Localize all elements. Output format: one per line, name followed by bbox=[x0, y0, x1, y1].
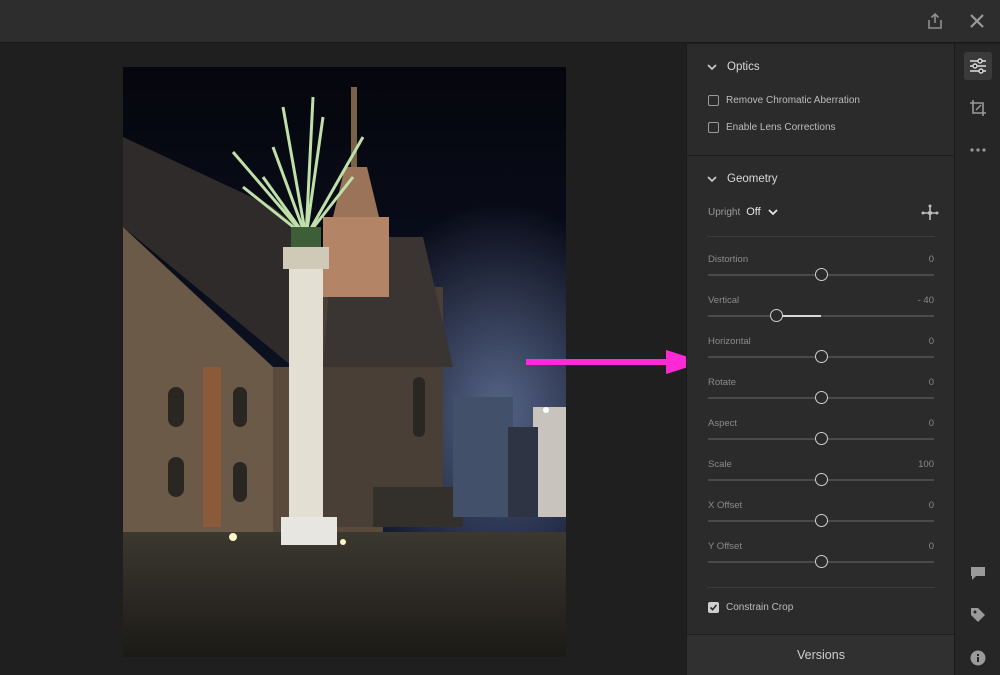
divider bbox=[707, 236, 935, 237]
top-bar bbox=[0, 0, 1000, 43]
slider-value[interactable]: 0 bbox=[929, 377, 934, 388]
slider-label: Vertical bbox=[708, 295, 740, 306]
slider-x-offset[interactable]: X Offset 0 bbox=[708, 500, 934, 538]
slider-thumb[interactable] bbox=[815, 555, 828, 568]
slider-value[interactable]: 0 bbox=[929, 500, 934, 511]
versions-label: Versions bbox=[797, 648, 845, 662]
chevron-down-icon bbox=[707, 176, 717, 183]
share-icon[interactable] bbox=[924, 10, 946, 32]
slider-track[interactable] bbox=[708, 315, 934, 317]
checkbox-box[interactable] bbox=[708, 122, 719, 133]
chevron-down-icon[interactable] bbox=[767, 207, 779, 217]
slider-value[interactable]: 0 bbox=[929, 336, 934, 347]
guided-upright-icon[interactable] bbox=[921, 204, 939, 227]
slider-label: Y Offset bbox=[708, 541, 742, 552]
upright-label: Upright bbox=[708, 206, 741, 218]
slider-thumb[interactable] bbox=[815, 391, 828, 404]
chevron-down-icon bbox=[707, 64, 717, 71]
comment-icon[interactable] bbox=[964, 559, 992, 587]
optics-header[interactable]: Optics bbox=[707, 58, 760, 76]
slider-thumb[interactable] bbox=[815, 350, 828, 363]
slider-thumb[interactable] bbox=[815, 473, 828, 486]
slider-thumb[interactable] bbox=[815, 432, 828, 445]
divider bbox=[707, 587, 935, 588]
geometry-title: Geometry bbox=[727, 173, 778, 185]
enable-lens-corrections-label: Enable Lens Corrections bbox=[726, 122, 836, 133]
close-icon[interactable] bbox=[966, 10, 988, 32]
checkbox-box[interactable] bbox=[708, 602, 719, 613]
geometry-header[interactable]: Geometry bbox=[707, 170, 778, 188]
slider-aspect[interactable]: Aspect 0 bbox=[708, 418, 934, 456]
annotation-arrow bbox=[526, 350, 704, 374]
tag-icon[interactable] bbox=[964, 601, 992, 629]
checkmark-icon bbox=[709, 604, 718, 611]
slider-thumb[interactable] bbox=[769, 309, 783, 322]
slider-horizontal[interactable]: Horizontal 0 bbox=[708, 336, 934, 374]
crop-icon[interactable] bbox=[964, 94, 992, 122]
slider-label: Horizontal bbox=[708, 336, 751, 347]
checkbox-box[interactable] bbox=[708, 95, 719, 106]
slider-value[interactable]: 0 bbox=[929, 418, 934, 429]
section-divider bbox=[687, 155, 955, 156]
slider-rotate[interactable]: Rotate 0 bbox=[708, 377, 934, 415]
info-icon[interactable] bbox=[964, 644, 992, 672]
slider-value[interactable]: - 40 bbox=[918, 295, 934, 306]
versions-button[interactable]: Versions bbox=[687, 634, 955, 675]
constrain-crop-checkbox[interactable]: Constrain Crop bbox=[708, 602, 793, 613]
slider-label: Distortion bbox=[708, 254, 749, 265]
slider-label: Scale bbox=[708, 459, 732, 470]
photo-canvas bbox=[0, 44, 704, 675]
slider-value[interactable]: 0 bbox=[929, 541, 934, 552]
optics-title: Optics bbox=[727, 61, 760, 73]
tool-rail bbox=[954, 44, 1000, 675]
slider-thumb[interactable] bbox=[815, 514, 828, 527]
slider-vertical[interactable]: Vertical - 40 bbox=[708, 295, 934, 333]
photo-image bbox=[123, 67, 566, 657]
slider-label: Rotate bbox=[708, 377, 736, 388]
constrain-crop-label: Constrain Crop bbox=[726, 602, 794, 613]
slider-value[interactable]: 100 bbox=[918, 459, 934, 470]
slider-distortion[interactable]: Distortion 0 bbox=[708, 254, 934, 292]
slider-label: Aspect bbox=[708, 418, 738, 429]
upright-value[interactable]: Off bbox=[746, 206, 760, 218]
slider-y-offset[interactable]: Y Offset 0 bbox=[708, 541, 934, 579]
remove-chromatic-aberration-checkbox[interactable]: Remove Chromatic Aberration bbox=[708, 95, 860, 106]
more-icon[interactable] bbox=[964, 136, 992, 164]
upright-dropdown[interactable]: Upright Off bbox=[708, 206, 779, 218]
enable-lens-corrections-checkbox[interactable]: Enable Lens Corrections bbox=[708, 122, 836, 133]
slider-value[interactable]: 0 bbox=[929, 254, 934, 265]
edit-panel: Optics Remove Chromatic Aberration Enabl… bbox=[686, 44, 955, 675]
slider-label: X Offset bbox=[708, 500, 743, 511]
sliders-icon[interactable] bbox=[964, 52, 992, 80]
slider-scale[interactable]: Scale 100 bbox=[708, 459, 934, 497]
slider-thumb[interactable] bbox=[815, 268, 828, 281]
remove-chromatic-aberration-label: Remove Chromatic Aberration bbox=[726, 95, 860, 106]
